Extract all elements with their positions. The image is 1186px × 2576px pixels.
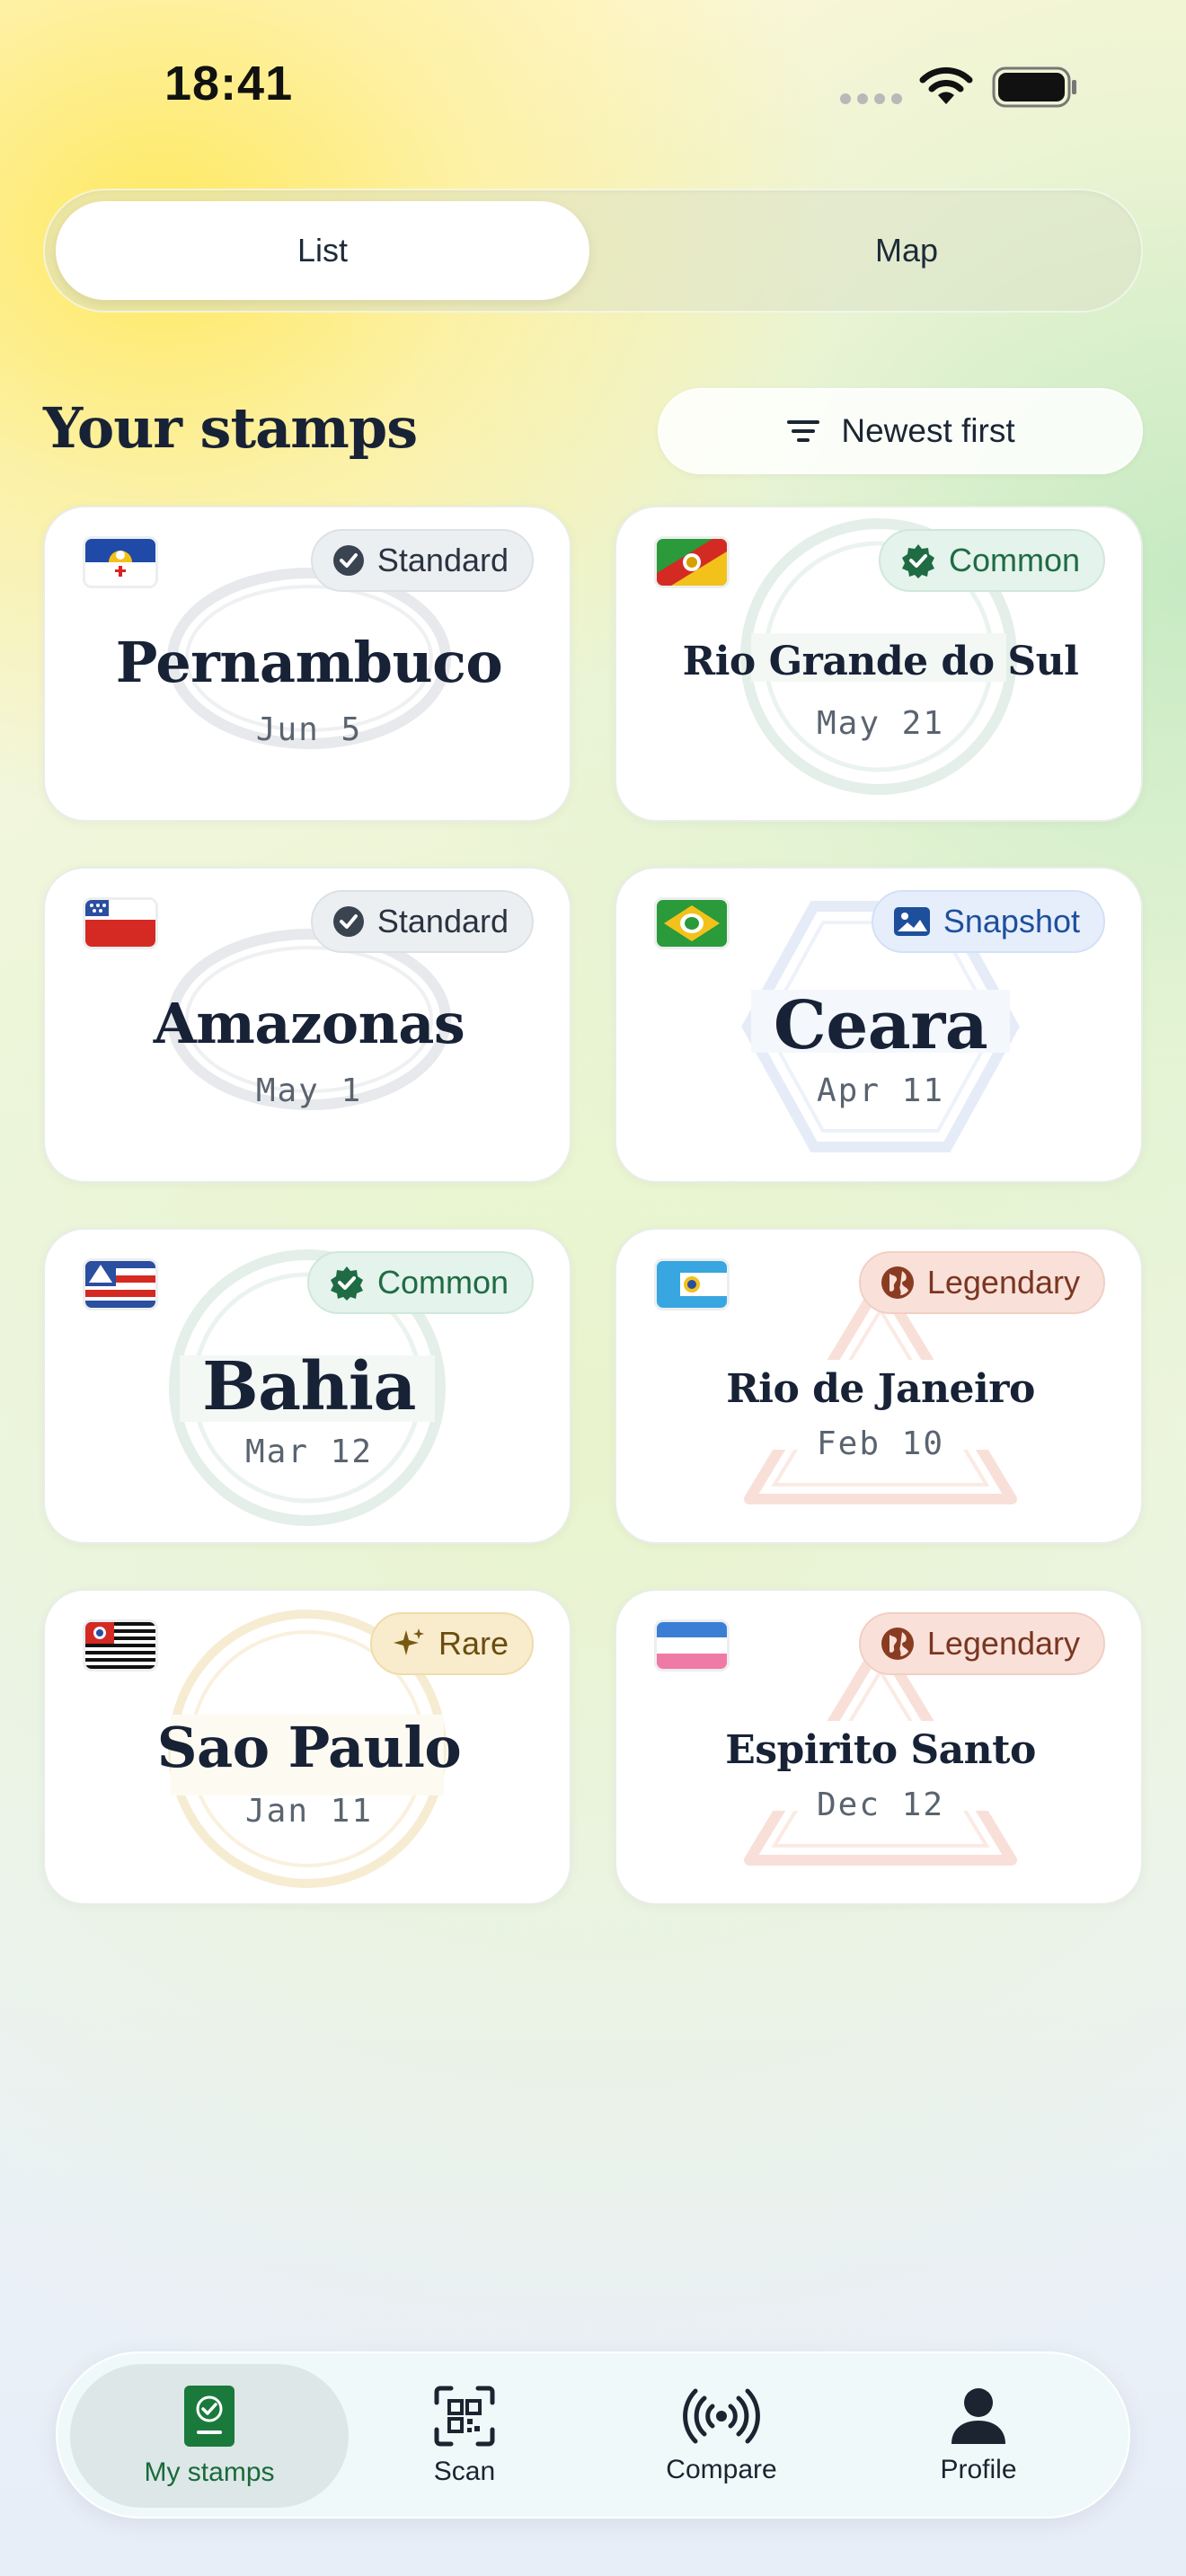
stamp-card-sao-paulo[interactable]: Rare Sao Paulo Jan 11 — [43, 1589, 571, 1905]
stamp-date: Jun 5 — [255, 711, 363, 748]
globe-icon — [881, 1266, 914, 1299]
stamp-date: Jan 11 — [244, 1793, 374, 1830]
stamp-card-rio-grande-do-sul[interactable]: Common Rio Grande do Sul May 21 — [615, 506, 1143, 822]
tab-my-stamps[interactable]: My stamps — [70, 2364, 349, 2508]
badge-snapshot: Snapshot — [871, 890, 1105, 953]
sparkle-icon — [393, 1628, 424, 1655]
tab-compare[interactable]: Compare — [582, 2364, 861, 2508]
badge-rare: Rare — [369, 1612, 534, 1675]
stamp-date: Mar 12 — [244, 1434, 374, 1470]
stamp-name: Espirito Santo — [725, 1727, 1036, 1773]
list-tab[interactable]: List — [56, 201, 589, 300]
stamp-card-amazonas[interactable]: Standard Amazonas May 1 — [43, 867, 571, 1183]
globe-icon — [881, 1628, 914, 1660]
rio-de-janeiro-flag-icon — [654, 1258, 730, 1310]
view-switcher: List Map — [43, 189, 1143, 313]
badge-common: Common — [306, 1251, 534, 1314]
stamp-date: May 1 — [255, 1072, 363, 1109]
sort-icon — [787, 420, 820, 442]
stamp-date: May 21 — [816, 705, 945, 742]
stamp-name: Bahia — [202, 1348, 416, 1425]
amazonas-flag-icon — [83, 897, 158, 949]
badge-common: Common — [878, 529, 1105, 592]
verified-badge-icon — [901, 544, 934, 578]
stamp-name: Rio de Janeiro — [726, 1366, 1035, 1412]
stamp-card-rio-de-janeiro[interactable]: Legendary Rio de Janeiro Feb 10 — [615, 1228, 1143, 1544]
badge-standard: Standard — [310, 529, 534, 592]
wifi-icon — [918, 65, 974, 110]
badge-legendary: Legendary — [858, 1251, 1105, 1314]
passport-check-icon — [184, 2386, 235, 2447]
sort-label: Newest first — [841, 412, 1015, 449]
stamp-name: Pernambuco — [115, 630, 503, 695]
pernambuco-flag-icon — [83, 536, 158, 588]
stamp-name: Ceara — [773, 987, 988, 1064]
stamp-name: Sao Paulo — [156, 1715, 462, 1780]
espirito-santo-flag-icon — [654, 1619, 730, 1672]
verified-badge-icon — [330, 1266, 363, 1301]
ceara-flag-icon — [654, 897, 730, 949]
badge-standard: Standard — [310, 890, 534, 953]
stamp-date: Feb 10 — [816, 1425, 945, 1462]
stamp-card-ceara[interactable]: Snapshot Ceara Apr 11 — [615, 867, 1143, 1183]
badge-legendary: Legendary — [858, 1612, 1105, 1675]
check-circle-icon — [332, 906, 364, 937]
tab-scan[interactable]: Scan — [325, 2364, 604, 2508]
battery-icon — [992, 66, 1078, 112]
check-circle-icon — [332, 545, 364, 576]
image-icon — [893, 907, 930, 936]
map-tab[interactable]: Map — [640, 201, 1173, 300]
page-title: Your stamps — [43, 395, 418, 461]
bahia-flag-icon — [83, 1258, 158, 1310]
status-time: 18:41 — [164, 57, 294, 110]
sort-button[interactable]: Newest first — [658, 388, 1143, 474]
stamp-date: Dec 12 — [816, 1786, 945, 1823]
broadcast-icon — [683, 2388, 760, 2444]
stamp-name: Rio Grande do Sul — [682, 639, 1079, 684]
signal-icon — [840, 93, 902, 104]
qr-scan-icon — [434, 2386, 495, 2447]
stamp-name: Amazonas — [153, 991, 465, 1056]
sao-paulo-flag-icon — [83, 1619, 158, 1672]
stamp-date: Apr 11 — [816, 1072, 945, 1109]
stamp-card-bahia[interactable]: Common Bahia Mar 12 — [43, 1228, 571, 1544]
rio-grande-do-sul-flag-icon — [654, 536, 730, 588]
stamp-card-espirito-santo[interactable]: Legendary Espirito Santo Dec 12 — [615, 1589, 1143, 1905]
stamp-card-pernambuco[interactable]: Standard Pernambuco Jun 5 — [43, 506, 571, 822]
tab-profile[interactable]: Profile — [839, 2364, 1118, 2508]
tab-bar: My stamps Scan Compare Profile — [56, 2351, 1130, 2519]
person-icon — [951, 2388, 1005, 2444]
